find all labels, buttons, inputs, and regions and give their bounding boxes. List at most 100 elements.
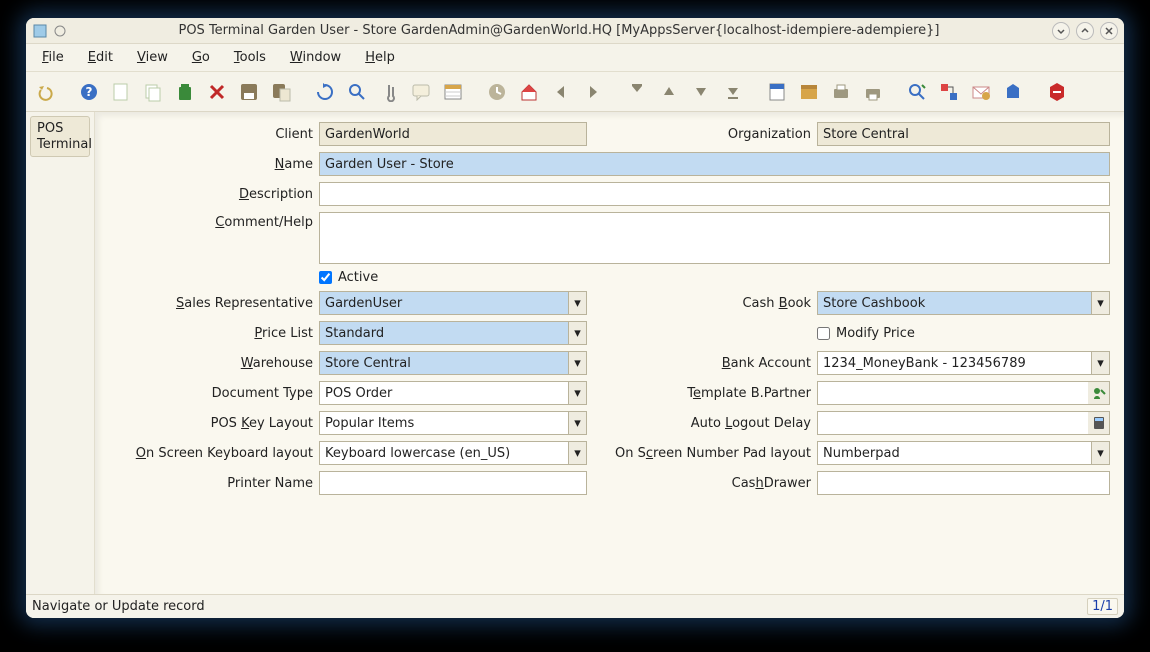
menu-file[interactable]: File: [32, 46, 74, 69]
new-icon[interactable]: [108, 79, 134, 105]
field-autodelay[interactable]: [817, 411, 1088, 435]
statusbar: Navigate or Update record 1/1: [26, 594, 1124, 618]
chevron-down-icon[interactable]: ▾: [568, 292, 586, 314]
label-comment: Comment/Help: [97, 212, 319, 230]
field-template-bpartner[interactable]: [817, 381, 1088, 405]
record-count: 1/1: [1087, 598, 1118, 615]
save-icon[interactable]: [236, 79, 262, 105]
find-icon[interactable]: [344, 79, 370, 105]
product-info-icon[interactable]: [1000, 79, 1026, 105]
attachment-icon[interactable]: [376, 79, 402, 105]
menubar: File Edit View Go Tools Window Help: [26, 44, 1124, 72]
home-icon[interactable]: [516, 79, 542, 105]
field-description[interactable]: [319, 182, 1110, 206]
label-autodelay: Auto Logout Delay: [597, 416, 817, 431]
menu-help[interactable]: Help: [355, 46, 405, 69]
chevron-down-icon[interactable]: ▾: [1091, 442, 1109, 464]
back-icon[interactable]: [548, 79, 574, 105]
request-icon[interactable]: [968, 79, 994, 105]
print-icon[interactable]: [860, 79, 886, 105]
field-organization: Store Central: [817, 122, 1110, 146]
combo-bankaccount[interactable]: 1234_MoneyBank - 123456789 ▾: [817, 351, 1110, 375]
field-client: GardenWorld: [319, 122, 587, 146]
app-window: POS Terminal Garden User - Store GardenA…: [26, 18, 1124, 618]
tab-pos-terminal[interactable]: POS Terminal: [30, 116, 90, 157]
field-printer[interactable]: [319, 471, 587, 495]
label-salesrep: Sales Representative: [97, 296, 319, 311]
menu-window[interactable]: Window: [280, 46, 351, 69]
label-pricelist: Price List: [97, 326, 319, 341]
help-icon[interactable]: ?: [76, 79, 102, 105]
undo-icon[interactable]: [32, 79, 58, 105]
label-template-bpartner: Template B.Partner: [597, 386, 817, 401]
calculator-icon[interactable]: [1088, 411, 1110, 435]
svg-text:?: ?: [86, 85, 93, 99]
maximize-button[interactable]: [1076, 22, 1094, 40]
combo-poskey[interactable]: Popular Items ▾: [319, 411, 587, 435]
chevron-down-icon[interactable]: ▾: [568, 382, 586, 404]
menu-view[interactable]: View: [127, 46, 178, 69]
chevron-down-icon[interactable]: ▾: [568, 442, 586, 464]
end-icon[interactable]: [1044, 79, 1070, 105]
menu-tools[interactable]: Tools: [224, 46, 276, 69]
checkbox-modifyprice[interactable]: Modify Price: [817, 326, 915, 341]
menu-go[interactable]: Go: [182, 46, 220, 69]
label-oskbd: On Screen Keyboard layout: [97, 446, 319, 461]
label-cashdrawer: CashDrawer: [597, 476, 817, 491]
combo-osnum[interactable]: Numberpad ▾: [817, 441, 1110, 465]
forward-icon[interactable]: [580, 79, 606, 105]
label-cashbook: Cash Book: [597, 296, 817, 311]
window-title: POS Terminal Garden User - Store GardenA…: [72, 23, 1046, 38]
pin-icon[interactable]: [52, 23, 68, 39]
label-name: Name: [97, 157, 319, 172]
status-message: Navigate or Update record: [32, 599, 205, 614]
checkbox-active-input[interactable]: [319, 271, 332, 284]
chevron-down-icon[interactable]: ▾: [568, 412, 586, 434]
prev-icon[interactable]: [656, 79, 682, 105]
label-printer: Printer Name: [97, 476, 319, 491]
titlebar: POS Terminal Garden User - Store GardenA…: [26, 18, 1124, 44]
last-icon[interactable]: [720, 79, 746, 105]
label-poskey: POS Key Layout: [97, 416, 319, 431]
gridtoggle-icon[interactable]: [440, 79, 466, 105]
label-doctype: Document Type: [97, 386, 319, 401]
archive-icon[interactable]: [796, 79, 822, 105]
first-icon[interactable]: [624, 79, 650, 105]
zoom-across-icon[interactable]: [904, 79, 930, 105]
label-organization: Organization: [597, 127, 817, 142]
chevron-down-icon[interactable]: ▾: [568, 322, 586, 344]
delete-icon[interactable]: [172, 79, 198, 105]
combo-pricelist[interactable]: Standard ▾: [319, 321, 587, 345]
chevron-down-icon[interactable]: ▾: [1091, 292, 1109, 314]
checkbox-active[interactable]: Active: [319, 270, 378, 285]
label-bankaccount: Bank Account: [597, 356, 817, 371]
print-preview-icon[interactable]: [828, 79, 854, 105]
checkbox-modifyprice-input[interactable]: [817, 327, 830, 340]
combo-oskbd[interactable]: Keyboard lowercase (en_US) ▾: [319, 441, 587, 465]
delete-selection-icon[interactable]: [204, 79, 230, 105]
refresh-icon[interactable]: [312, 79, 338, 105]
minimize-button[interactable]: [1052, 22, 1070, 40]
chat-icon[interactable]: [408, 79, 434, 105]
next-icon[interactable]: [688, 79, 714, 105]
field-comment[interactable]: [319, 212, 1110, 264]
workflow-icon[interactable]: [936, 79, 962, 105]
bpartner-lookup-icon[interactable]: [1088, 381, 1110, 405]
save-create-icon[interactable]: [268, 79, 294, 105]
history-icon[interactable]: [484, 79, 510, 105]
combo-doctype[interactable]: POS Order ▾: [319, 381, 587, 405]
field-cashdrawer[interactable]: [817, 471, 1110, 495]
app-icon: [32, 23, 48, 39]
menu-edit[interactable]: Edit: [78, 46, 123, 69]
field-name[interactable]: Garden User - Store: [319, 152, 1110, 176]
label-description: Description: [97, 187, 319, 202]
combo-salesrep[interactable]: GardenUser ▾: [319, 291, 587, 315]
close-button[interactable]: [1100, 22, 1118, 40]
report-icon[interactable]: [764, 79, 790, 105]
chevron-down-icon[interactable]: ▾: [568, 352, 586, 374]
combo-cashbook[interactable]: Store Cashbook ▾: [817, 291, 1110, 315]
label-osnum: On Screen Number Pad layout: [597, 446, 817, 461]
combo-warehouse[interactable]: Store Central ▾: [319, 351, 587, 375]
chevron-down-icon[interactable]: ▾: [1091, 352, 1109, 374]
copy-icon[interactable]: [140, 79, 166, 105]
